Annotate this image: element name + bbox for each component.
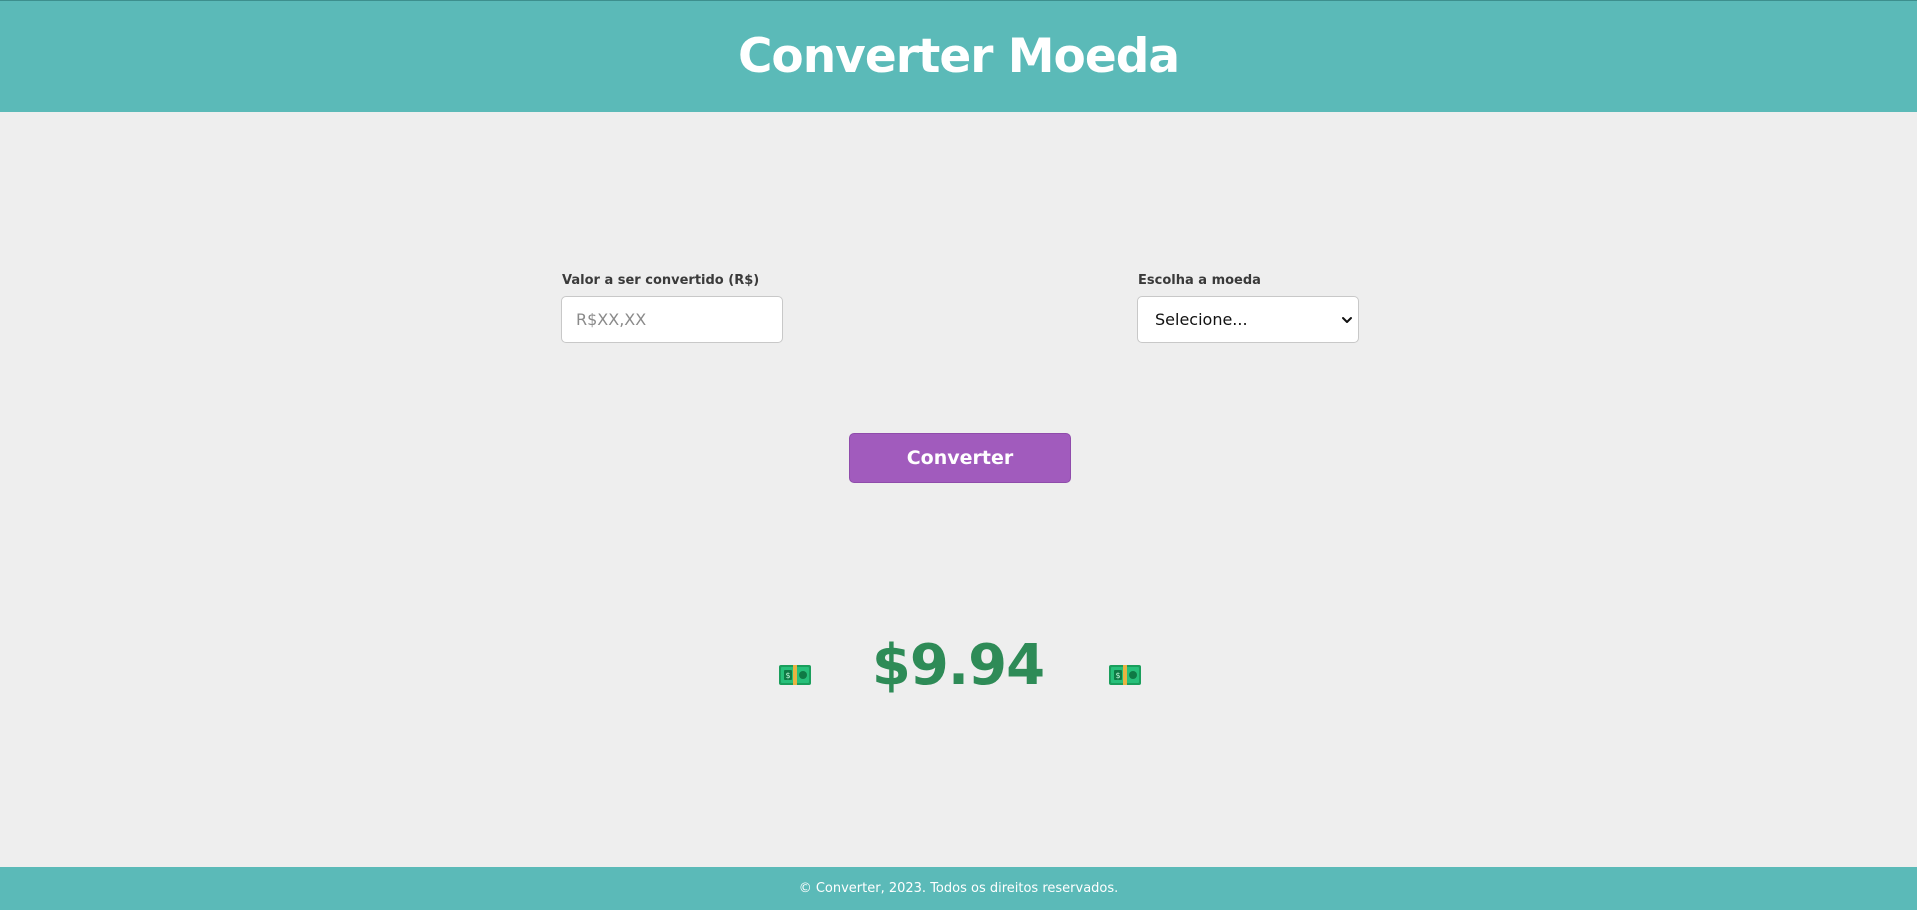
amount-input[interactable] <box>561 296 783 343</box>
convert-button[interactable]: Converter <box>849 433 1071 483</box>
currency-select-value: Selecione... <box>1155 310 1248 329</box>
money-bill-icon: $ <box>1108 662 1142 688</box>
result-value: $9.94 <box>871 632 1045 698</box>
conversion-result: $9.94 <box>758 625 1158 705</box>
page-header: Converter Moeda <box>0 0 1917 112</box>
currency-select[interactable]: Selecione... <box>1137 296 1359 343</box>
page-title: Converter Moeda <box>737 29 1180 84</box>
amount-label: Valor a ser convertido (R$) <box>562 273 760 288</box>
footer-text: © Converter, 2023. Todos os direitos res… <box>798 881 1119 896</box>
currency-label: Escolha a moeda <box>1138 273 1261 288</box>
chevron-down-icon <box>1340 313 1354 327</box>
page-footer: © Converter, 2023. Todos os direitos res… <box>0 867 1917 910</box>
svg-text:$: $ <box>1115 671 1120 680</box>
